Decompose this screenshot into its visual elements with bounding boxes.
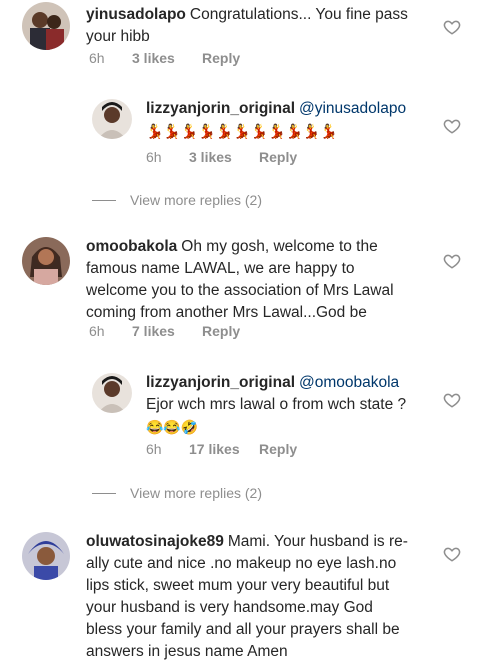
comment-time: 6h <box>89 50 105 66</box>
comment-text: yinusadolapo Congratulations... You fine … <box>86 4 436 48</box>
reply-button[interactable]: Reply <box>202 323 240 339</box>
view-more-replies[interactable]: View more replies (2) <box>92 485 262 501</box>
comment-body-cont: your husband is very handsome.may God <box>86 599 373 616</box>
avatar[interactable] <box>92 99 132 139</box>
comment-meta: 6h 3 likes Reply <box>89 50 240 66</box>
view-more-label: View more replies (2) <box>130 192 263 208</box>
comment-username[interactable]: yinusadolapo <box>86 6 186 23</box>
comment-time: 6h <box>146 149 162 165</box>
likes-count[interactable]: 17 likes <box>189 441 259 457</box>
likes-count[interactable]: 7 likes <box>132 323 202 339</box>
comment-body-cont: bless your family and all your prayers s… <box>86 621 400 638</box>
reply-body: Ejor wch mrs lawal o from wch state ? <box>146 396 407 413</box>
heart-outline-icon[interactable] <box>443 545 461 563</box>
comment-text: oluwatosinajoke89 Mami. Your husband is r… <box>86 531 446 663</box>
comment-time: 6h <box>89 323 105 339</box>
avatar[interactable] <box>92 373 132 413</box>
avatar[interactable] <box>22 237 70 285</box>
mention-link[interactable]: @omoobakola <box>299 374 399 391</box>
comment-body-cont: ally cute and nice .no makeup no eye las… <box>86 555 397 572</box>
reply-button[interactable]: Reply <box>259 441 297 457</box>
comment-username[interactable]: omoobakola <box>86 238 177 255</box>
reply-button[interactable]: Reply <box>259 149 297 165</box>
comment-body: Oh my gosh, welcome to the <box>181 238 378 255</box>
likes-count[interactable]: 3 likes <box>189 149 259 165</box>
reply-meta: 6h 17 likes Reply <box>146 441 297 457</box>
heart-outline-icon[interactable] <box>443 117 461 135</box>
comment-text: omoobakola Oh my gosh, welcome to the fam… <box>86 236 436 324</box>
heart-outline-icon[interactable] <box>443 18 461 36</box>
reply-username[interactable]: lizzyanjorin_original <box>146 100 295 117</box>
comment-body: Congratulations... You fine pass <box>189 6 408 23</box>
divider-line <box>92 492 116 494</box>
avatar[interactable] <box>22 532 70 580</box>
reply-emoji: 😂😂🤣 <box>146 419 199 435</box>
reply-username[interactable]: lizzyanjorin_original <box>146 374 295 391</box>
comment-meta: 6h 7 likes Reply <box>89 323 240 339</box>
comment-body-cont: your hibb <box>86 28 150 45</box>
reply-emoji: 💃💃💃💃💃💃💃💃💃💃💃 <box>146 123 338 139</box>
mention-link[interactable]: @yinusadolapo <box>299 100 406 117</box>
view-more-replies[interactable]: View more replies (2) <box>92 192 262 208</box>
divider-line <box>92 199 116 201</box>
reply-button[interactable]: Reply <box>202 50 240 66</box>
heart-outline-icon[interactable] <box>443 252 461 270</box>
comment-body-cont: welcome you to the association of Mrs La… <box>86 282 394 299</box>
reply-meta: 6h 3 likes Reply <box>146 149 297 165</box>
comment-body-cont: answers in jesus name Amen <box>86 643 288 660</box>
comment-body-cont: famous name LAWAL, we are happy to <box>86 260 355 277</box>
view-more-label: View more replies (2) <box>130 485 263 501</box>
avatar[interactable] <box>22 2 70 50</box>
likes-count[interactable]: 3 likes <box>132 50 202 66</box>
comment-body-cont: coming from another Mrs Lawal...God be <box>86 304 367 321</box>
comment-username[interactable]: oluwatosinajoke89 <box>86 533 224 550</box>
comment-body-cont: lips stick, sweet mum your very beautifu… <box>86 577 390 594</box>
reply-text: lizzyanjorin_original @yinusadolapo 💃💃💃💃💃… <box>146 98 446 143</box>
comment-body: Mami. Your husband is re- <box>227 533 408 550</box>
heart-outline-icon[interactable] <box>443 391 461 409</box>
comment-time: 6h <box>146 441 162 457</box>
reply-text: lizzyanjorin_original @omoobakola Ejor wc… <box>146 372 446 439</box>
